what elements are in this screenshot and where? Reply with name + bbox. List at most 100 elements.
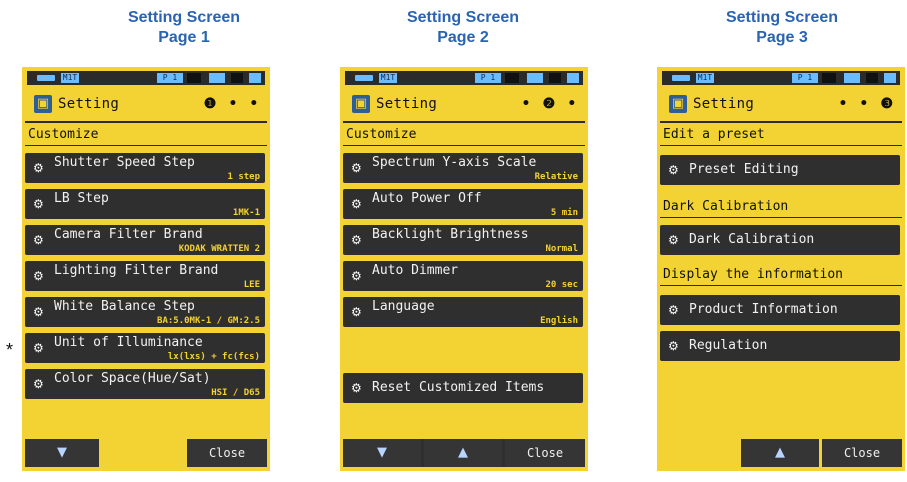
gear-icon: ⚙ [351,381,362,395]
caption-page-3: Setting Screen Page 3 [692,8,872,48]
gear-icon: ⚙ [33,269,44,283]
caption-line1: Setting Screen [725,9,839,26]
menu-item-label: Regulation [689,338,768,353]
menu-item-language[interactable]: ⚙ Language English [343,297,583,327]
footer-bar: ▲ Close [660,439,902,467]
gear-icon: ⚙ [33,233,44,247]
status-bar: M1T P 1 [345,71,583,85]
menu-item-label: Preset Editing [689,162,799,177]
section-title: Dark Calibration [663,199,789,214]
divider [660,121,902,123]
menu-item-spectrum-y-axis-scale[interactable]: ⚙ Spectrum Y-axis Scale Relative [343,153,583,183]
scroll-up-button[interactable]: ▲ [424,439,502,467]
menu-item-value: 5 min [550,208,578,218]
menu-item-lb-step[interactable]: ⚙ LB Step 1MK-1 [25,189,265,219]
gear-icon: ⚙ [33,305,44,319]
gear-icon: ⚙ [668,303,679,317]
menu-item-label: White Balance Step [54,299,195,314]
menu-item-value: lx(lxs) + fc(fcs) [167,352,260,362]
menu-item-value: BA:5.0MK-1 / GM:2.5 [157,316,260,326]
status-block-icon [231,73,243,83]
status-block-icon [549,73,561,83]
divider [343,145,585,146]
menu-item-label: Camera Filter Brand [54,227,203,242]
setting-icon: ▣ [34,95,52,113]
menu-item-label: Unit of Illuminance [54,335,203,350]
page-indicator: ❶ • • [203,96,260,112]
regulation-button[interactable]: ⚙ Regulation [660,331,900,361]
divider [25,145,267,146]
section-title: Customize [28,127,99,142]
caption-line1: Setting Screen [127,9,241,26]
menu-item-value: HSI / D65 [211,388,260,398]
scroll-down-button[interactable]: ▼ [25,439,99,467]
caption-line2: Page 3 [756,29,808,46]
status-block-icon [187,73,201,83]
menu-item-label: Dark Calibration [689,232,815,247]
footer-bar: ▼ Close [25,439,267,467]
gear-icon: ⚙ [668,163,679,177]
scroll-down-button[interactable]: ▼ [343,439,421,467]
battery-icon [37,75,55,81]
divider [660,217,902,218]
dark-calibration-button[interactable]: ⚙ Dark Calibration [660,225,900,255]
menu-item-backlight-brightness[interactable]: ⚙ Backlight Brightness Normal [343,225,583,255]
product-information-button[interactable]: ⚙ Product Information [660,295,900,325]
close-button[interactable]: Close [822,439,902,467]
gear-icon: ⚙ [33,161,44,175]
channel-indicator: P 1 [792,73,818,83]
channel-indicator: P 1 [475,73,501,83]
scroll-up-button[interactable]: ▲ [741,439,819,467]
menu-item-label: Backlight Brightness [372,227,529,242]
reset-customized-items-button[interactable]: ⚙ Reset Customized Items [343,373,583,403]
menu-item-label: Lighting Filter Brand [54,263,219,278]
screen-title: Setting [693,96,755,112]
status-end-icon [884,73,896,83]
gear-icon: ⚙ [668,339,679,353]
section-title: Edit a preset [663,127,765,142]
menu-item-label: Language [372,299,435,314]
caption-line2: Page 2 [437,29,489,46]
divider [660,285,902,286]
footer-bar: ▼ ▲ Close [343,439,585,467]
menu-item-value: LEE [243,280,260,290]
close-button[interactable]: Close [505,439,585,467]
menu-item-camera-filter-brand[interactable]: ⚙ Camera Filter Brand KODAK WRATTEN 2 [25,225,265,255]
section-title: Customize [346,127,417,142]
close-button[interactable]: Close [187,439,267,467]
battery-icon [672,75,690,81]
menu-item-auto-dimmer[interactable]: ⚙ Auto Dimmer 20 sec [343,261,583,291]
section-title: Display the information [663,267,844,282]
menu-item-value: 1MK-1 [232,208,260,218]
menu-item-value: KODAK WRATTEN 2 [178,244,260,254]
status-block-icon [505,73,519,83]
menu-item-auto-power-off[interactable]: ⚙ Auto Power Off 5 min [343,189,583,219]
menu-item-label: Reset Customized Items [372,380,545,395]
status-end-icon [249,73,261,83]
gear-icon: ⚙ [351,197,362,211]
status-bar: M1T P 1 [662,71,900,85]
setting-screen-page-3: M1T P 1 ▣ Setting • • ❸ Edit a preset ⚙ … [657,67,905,471]
status-block-icon [822,73,836,83]
menu-item-color-space[interactable]: ⚙ Color Space(Hue/Sat) HSI / D65 [25,369,265,399]
menu-item-value: 20 sec [545,280,578,290]
setting-screen-page-2: M1T P 1 ▣ Setting • ❷ • Customize ⚙ Spec… [340,67,588,471]
gear-icon: ⚙ [351,269,362,283]
divider [343,121,585,123]
gear-icon: ⚙ [351,161,362,175]
memory-indicator: M1T [61,73,79,83]
page-indicator: • • ❸ [838,96,895,112]
gear-icon: ⚙ [668,233,679,247]
caption-line1: Setting Screen [406,9,520,26]
menu-item-unit-of-illuminance[interactable]: ⚙ Unit of Illuminance lx(lxs) + fc(fcs) [25,333,265,363]
menu-item-label: Product Information [689,302,838,317]
menu-item-white-balance-step[interactable]: ⚙ White Balance Step BA:5.0MK-1 / GM:2.5 [25,297,265,327]
status-block-icon [866,73,878,83]
asterisk-note-mark: * [6,340,14,360]
screen-title: Setting [376,96,438,112]
status-end-icon [567,73,579,83]
menu-item-lighting-filter-brand[interactable]: ⚙ Lighting Filter Brand LEE [25,261,265,291]
preset-editing-button[interactable]: ⚙ Preset Editing [660,155,900,185]
menu-item-label: Auto Dimmer [372,263,459,278]
menu-item-shutter-speed-step[interactable]: ⚙ Shutter Speed Step 1 step [25,153,265,183]
